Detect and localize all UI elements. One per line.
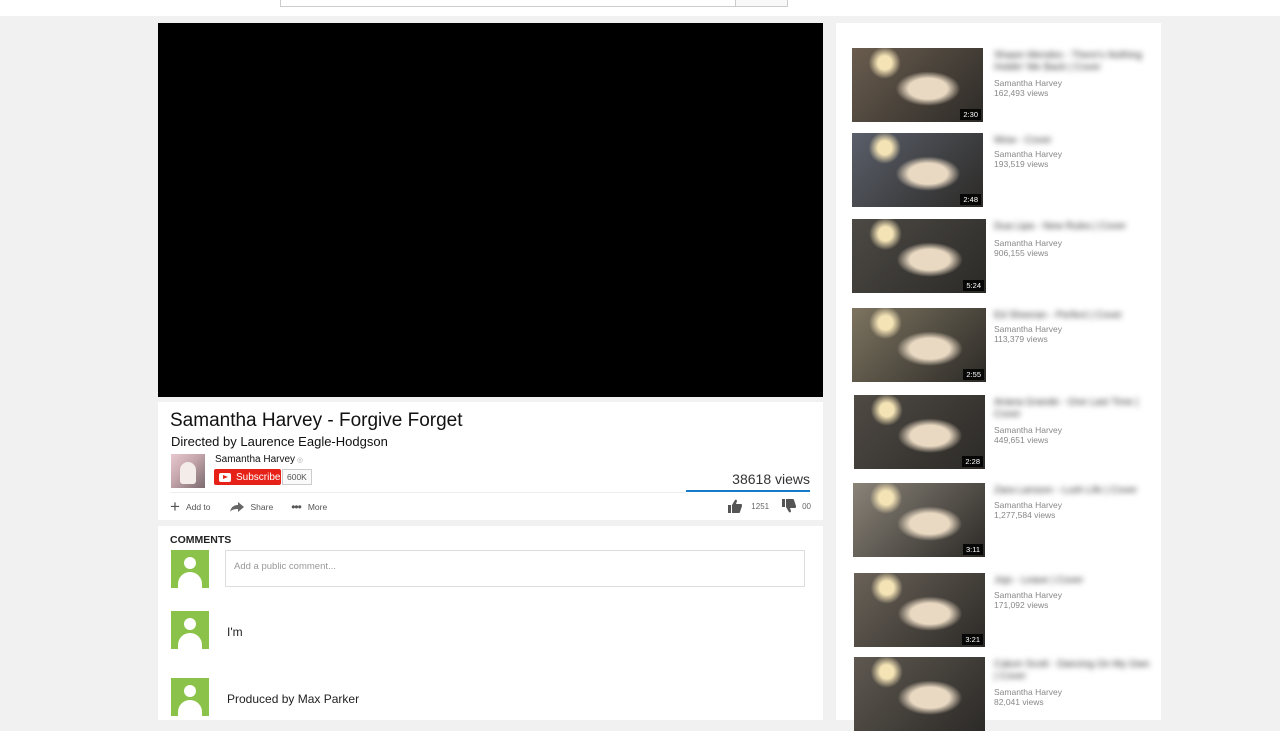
video-duration: 5:24 bbox=[963, 280, 984, 291]
more-label: More bbox=[307, 502, 328, 512]
recommended-title[interactable]: Zara Larsson - Lush Life | Cover bbox=[994, 485, 1154, 497]
like-ratio-bar bbox=[686, 490, 810, 492]
recommended-title[interactable]: Wow - Cover bbox=[994, 135, 1154, 147]
video-actions: + Add to Share ••• More bbox=[170, 497, 345, 516]
recommended-title[interactable]: Calum Scott - Dancing On My Own | Cover bbox=[994, 659, 1154, 683]
verified-icon: ◎ bbox=[297, 457, 304, 464]
recommended-video[interactable]: 5:24 Dua Lipa - New Rules | Cover Samant… bbox=[852, 219, 1152, 293]
more-icon: ••• bbox=[291, 500, 302, 514]
recommended-title[interactable]: Jojo - Leave | Cover bbox=[994, 575, 1154, 587]
subscribe-label: Subscribe bbox=[236, 471, 281, 483]
comment-text: Produced by Max Parker bbox=[227, 692, 360, 706]
recommended-channel: Samantha Harvey bbox=[994, 149, 1063, 159]
recommended-title[interactable]: Dua Lipa - New Rules | Cover bbox=[994, 221, 1154, 233]
recommended-video[interactable]: 2:30 Shawn Mendes - There's Nothing Hold… bbox=[852, 48, 1152, 122]
video-duration: 2:48 bbox=[960, 194, 981, 205]
comment-text: I'm bbox=[227, 625, 243, 639]
recommended-views: 82,041 views bbox=[994, 697, 1044, 707]
recommended-channel: Samantha Harvey bbox=[994, 78, 1063, 88]
recommended-views: 162,493 views bbox=[994, 88, 1049, 98]
recommended-title[interactable]: Ariana Grande - One Last Time | Cover bbox=[994, 397, 1154, 421]
video-duration: 2:28 bbox=[962, 456, 983, 467]
comments-section: COMMENTS Add a public comment... I'm Pro… bbox=[158, 526, 823, 720]
more-button[interactable]: ••• More bbox=[291, 500, 327, 514]
video-duration: 2:55 bbox=[963, 369, 984, 380]
recommended-title[interactable]: Shawn Mendes - There's Nothing Holdin' M… bbox=[994, 50, 1154, 74]
video-thumbnail[interactable]: 3:11 bbox=[853, 483, 985, 557]
like-ratio-fill bbox=[686, 490, 810, 492]
add-to-button[interactable]: + Add to bbox=[170, 497, 211, 516]
recommended-channel: Samantha Harvey bbox=[994, 687, 1063, 697]
video-thumbnail[interactable]: 5:24 bbox=[852, 219, 986, 293]
recommended-views: 113,379 views bbox=[994, 334, 1048, 344]
subscriber-count: 600K bbox=[282, 469, 312, 485]
video-player[interactable] bbox=[158, 23, 823, 397]
recommended-video[interactable]: 2:55 Ed Sheeran - Perfect | Cover Samant… bbox=[852, 308, 1152, 382]
thumbs-up-icon[interactable] bbox=[727, 499, 743, 513]
video-thumbnail[interactable]: 2:30 bbox=[852, 48, 983, 122]
subscribe-button[interactable]: Subscribe bbox=[214, 469, 281, 485]
video-thumbnail[interactable]: 2:28 bbox=[854, 395, 985, 469]
like-dislike: 1251 00 bbox=[727, 499, 811, 513]
channel-name[interactable]: Samantha Harvey ◎ bbox=[215, 454, 303, 465]
comments-heading: COMMENTS bbox=[170, 534, 232, 546]
video-thumbnail[interactable]: 2:48 bbox=[852, 133, 983, 207]
recommended-views: 193,519 views bbox=[994, 159, 1049, 169]
channel-name-text[interactable]: Samantha Harvey bbox=[215, 454, 295, 465]
recommended-views: 1,277,584 views bbox=[994, 510, 1056, 520]
video-thumbnail[interactable]: 3:21 bbox=[854, 573, 985, 647]
top-bar bbox=[0, 0, 1280, 16]
video-duration: 2:30 bbox=[960, 109, 981, 120]
recommended-video[interactable]: 2:28 Ariana Grande - One Last Time | Cov… bbox=[852, 395, 1152, 469]
video-duration: 3:21 bbox=[962, 634, 983, 645]
recommended-channel: Samantha Harvey bbox=[994, 590, 1063, 600]
dislike-count: 00 bbox=[802, 501, 811, 511]
recommended-title[interactable]: Ed Sheeran - Perfect | Cover bbox=[994, 310, 1154, 322]
divider bbox=[170, 492, 686, 493]
video-duration: 3:11 bbox=[962, 544, 983, 555]
commenter-avatar[interactable] bbox=[171, 678, 209, 716]
recommendations-sidebar: 2:30 Shawn Mendes - There's Nothing Hold… bbox=[836, 23, 1161, 731]
search-button[interactable] bbox=[735, 0, 788, 7]
add-to-label: Add to bbox=[185, 502, 211, 512]
share-label: Share bbox=[250, 502, 274, 512]
thumbs-down-icon[interactable] bbox=[781, 499, 797, 513]
video-subtitle: Directed by Laurence Eagle-Hodgson bbox=[171, 434, 388, 449]
recommended-video[interactable]: 3:11 Zara Larsson - Lush Life | Cover Sa… bbox=[852, 483, 1152, 557]
video-thumbnail[interactable]: 2:55 bbox=[852, 308, 986, 382]
commenter-avatar[interactable] bbox=[171, 611, 209, 649]
plus-icon: + bbox=[170, 497, 180, 516]
view-count: 38618 views bbox=[732, 471, 810, 487]
video-info: Samantha Harvey - Forgive Forget Directe… bbox=[158, 402, 823, 520]
recommended-video[interactable]: 3:21 Jojo - Leave | Cover Samantha Harve… bbox=[852, 573, 1152, 647]
share-icon bbox=[229, 502, 244, 512]
recommended-views: 449,651 views bbox=[994, 435, 1049, 445]
recommended-views: 906,155 views bbox=[994, 248, 1049, 258]
share-button[interactable]: Share bbox=[229, 501, 274, 513]
user-avatar bbox=[171, 550, 209, 588]
recommended-channel: Samantha Harvey bbox=[994, 425, 1063, 435]
comment-input[interactable]: Add a public comment... bbox=[225, 550, 805, 587]
like-count: 1251 bbox=[751, 501, 770, 511]
recommended-views: 171,092 views bbox=[994, 600, 1049, 610]
youtube-icon bbox=[219, 472, 231, 482]
recommended-channel: Samantha Harvey bbox=[994, 238, 1063, 248]
recommended-channel: Samantha Harvey bbox=[994, 324, 1063, 334]
recommended-video[interactable]: 2:48 Wow - Cover Samantha Harvey 193,519… bbox=[852, 133, 1152, 207]
channel-avatar[interactable] bbox=[171, 454, 205, 488]
video-title: Samantha Harvey - Forgive Forget bbox=[170, 410, 463, 431]
search-input[interactable] bbox=[280, 0, 737, 7]
recommended-channel: Samantha Harvey bbox=[994, 500, 1063, 510]
